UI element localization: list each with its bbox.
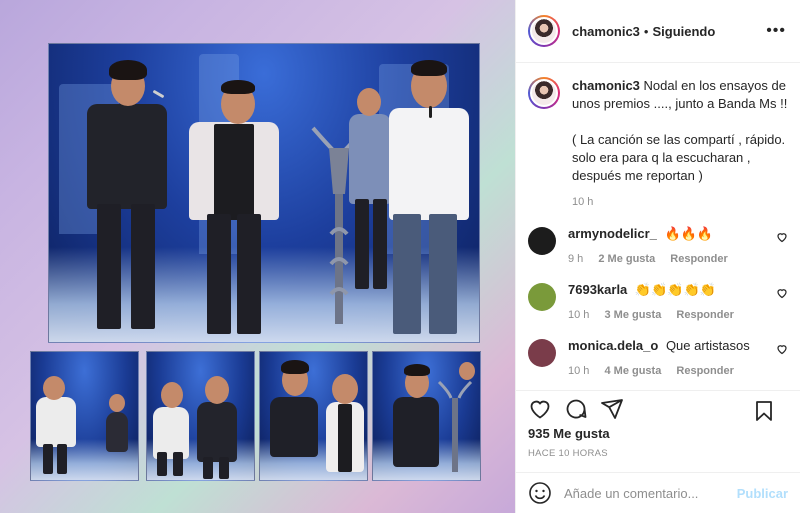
comment-heart-icon[interactable] bbox=[776, 343, 788, 355]
comment-avatar[interactable] bbox=[528, 227, 556, 255]
comment-username[interactable]: 7693karla bbox=[568, 282, 627, 297]
comment-item: armynodelicr_ 🔥🔥🔥 9 h 2 Me gusta Respond… bbox=[516, 225, 800, 265]
follow-status-button[interactable]: Siguiendo bbox=[652, 24, 715, 39]
more-horizontal-icon[interactable]: ••• bbox=[766, 22, 786, 40]
caption-avatar[interactable] bbox=[528, 77, 560, 109]
comment-heart-icon[interactable] bbox=[776, 287, 788, 299]
collage-thumb-3 bbox=[259, 351, 368, 481]
comment-username[interactable]: armynodelicr_ bbox=[568, 226, 657, 241]
reply-button[interactable]: Responder bbox=[670, 253, 727, 265]
reply-button[interactable]: Responder bbox=[676, 309, 733, 321]
bookmark-icon[interactable] bbox=[752, 399, 776, 423]
avatar[interactable] bbox=[528, 15, 560, 47]
comment-text: Que artistasos bbox=[665, 338, 750, 353]
publish-button[interactable]: Publicar bbox=[737, 486, 788, 501]
smile-icon[interactable] bbox=[528, 481, 552, 505]
likes-count[interactable]: 935 Me gusta bbox=[528, 426, 610, 441]
comment-likes[interactable]: 2 Me gusta bbox=[598, 253, 655, 265]
comment-time: 9 h bbox=[568, 253, 584, 265]
reply-button[interactable]: Responder bbox=[676, 365, 733, 377]
collage-thumb-2 bbox=[146, 351, 255, 481]
comment-text: 🔥🔥🔥 bbox=[664, 226, 714, 241]
comment-input[interactable] bbox=[564, 485, 734, 501]
comments-list: armynodelicr_ 🔥🔥🔥 9 h 2 Me gusta Respond… bbox=[516, 225, 800, 377]
comment-avatar[interactable] bbox=[528, 339, 556, 367]
collage-thumb-1 bbox=[30, 351, 139, 481]
comment-time: 10 h bbox=[568, 365, 590, 377]
comment-avatar[interactable] bbox=[528, 283, 556, 311]
post-username[interactable]: chamonic3 bbox=[572, 24, 640, 39]
share-icon[interactable] bbox=[600, 397, 624, 421]
comment-item: 7693karla 👏👏👏👏👏 10 h 3 Me gusta Responde… bbox=[516, 281, 800, 321]
collage-thumb-4 bbox=[372, 351, 481, 481]
caption-text-2: ( La canción se las compartí , rápido. s… bbox=[572, 132, 786, 183]
action-bar bbox=[516, 390, 800, 426]
post-side-panel: chamonic3 • Siguiendo ••• chamonic3 Noda… bbox=[515, 0, 800, 513]
add-comment-bar: Publicar bbox=[516, 472, 800, 513]
post-media[interactable] bbox=[0, 0, 515, 513]
comment-item: monica.dela_o Que artistasos 10 h 4 Me g… bbox=[516, 337, 800, 377]
post-time-ago[interactable]: HACE 10 HORAS bbox=[528, 448, 608, 459]
comment-username[interactable]: monica.dela_o bbox=[568, 338, 658, 353]
post-header: chamonic3 • Siguiendo ••• bbox=[516, 0, 800, 63]
caption-time: 10 h bbox=[572, 196, 594, 208]
caption-username[interactable]: chamonic3 bbox=[572, 78, 640, 93]
comment-heart-icon[interactable] bbox=[776, 231, 788, 243]
collage-main-photo bbox=[48, 43, 480, 343]
comment-text: 👏👏👏👏👏 bbox=[634, 282, 716, 297]
comment-time: 10 h bbox=[568, 309, 590, 321]
post-caption: chamonic3 Nodal en los ensayos de unos p… bbox=[516, 63, 800, 211]
comment-icon[interactable] bbox=[564, 397, 588, 421]
comment-likes[interactable]: 4 Me gusta bbox=[604, 365, 661, 377]
comment-likes[interactable]: 3 Me gusta bbox=[604, 309, 661, 321]
heart-icon[interactable] bbox=[528, 397, 552, 421]
separator-dot: • bbox=[643, 23, 649, 39]
